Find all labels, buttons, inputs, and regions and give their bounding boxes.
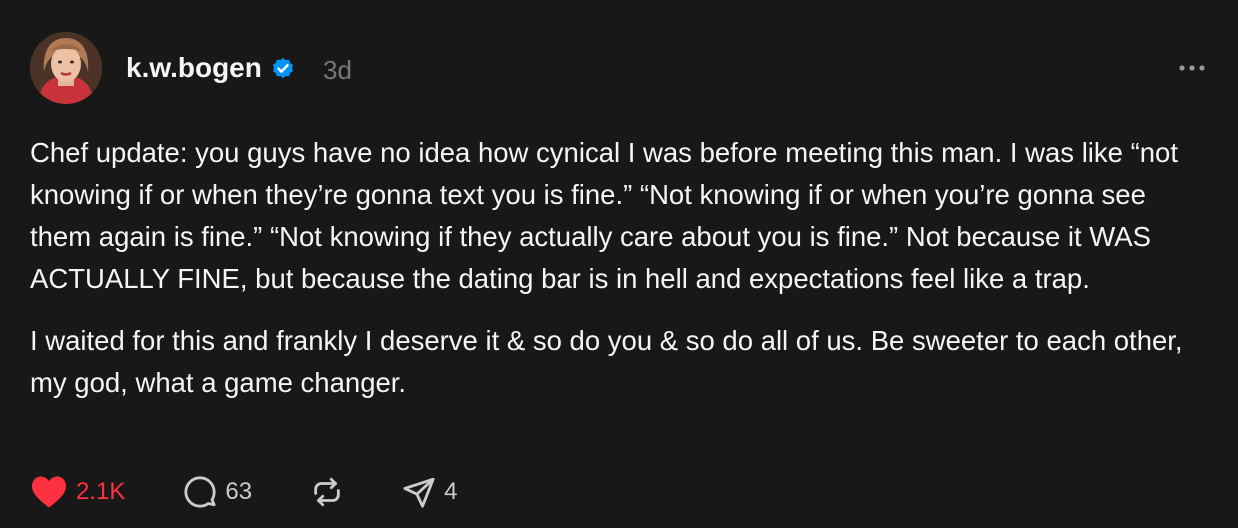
like-count: 2.1K xyxy=(76,478,126,505)
author-row: k.w.bogen xyxy=(126,52,296,84)
like-button[interactable]: 2.1K xyxy=(30,475,125,509)
post-timestamp[interactable]: 3d xyxy=(323,55,352,86)
reply-count: 63 xyxy=(225,478,253,505)
post-card: k.w.bogen 3d Chef update: you guys have … xyxy=(0,0,1238,528)
share-count: 4 xyxy=(444,478,458,505)
comment-icon xyxy=(183,475,217,509)
repost-button[interactable] xyxy=(310,475,344,509)
share-button[interactable]: 4 xyxy=(402,475,457,509)
repost-icon xyxy=(310,475,344,509)
send-icon xyxy=(402,475,436,509)
action-bar: 2.1K 63 4 xyxy=(30,472,457,512)
post-body: Chef update: you guys have no idea how c… xyxy=(30,132,1210,404)
reply-button[interactable]: 63 xyxy=(183,475,252,509)
avatar-image xyxy=(30,32,102,104)
verified-badge-icon xyxy=(270,55,296,81)
more-options-icon[interactable] xyxy=(1176,56,1208,80)
author-username[interactable]: k.w.bogen xyxy=(126,52,262,84)
post-paragraph: I waited for this and frankly I deserve … xyxy=(30,325,1183,398)
post-paragraph: Chef update: you guys have no idea how c… xyxy=(30,137,1178,294)
avatar[interactable] xyxy=(30,32,102,104)
heart-icon xyxy=(30,475,68,509)
